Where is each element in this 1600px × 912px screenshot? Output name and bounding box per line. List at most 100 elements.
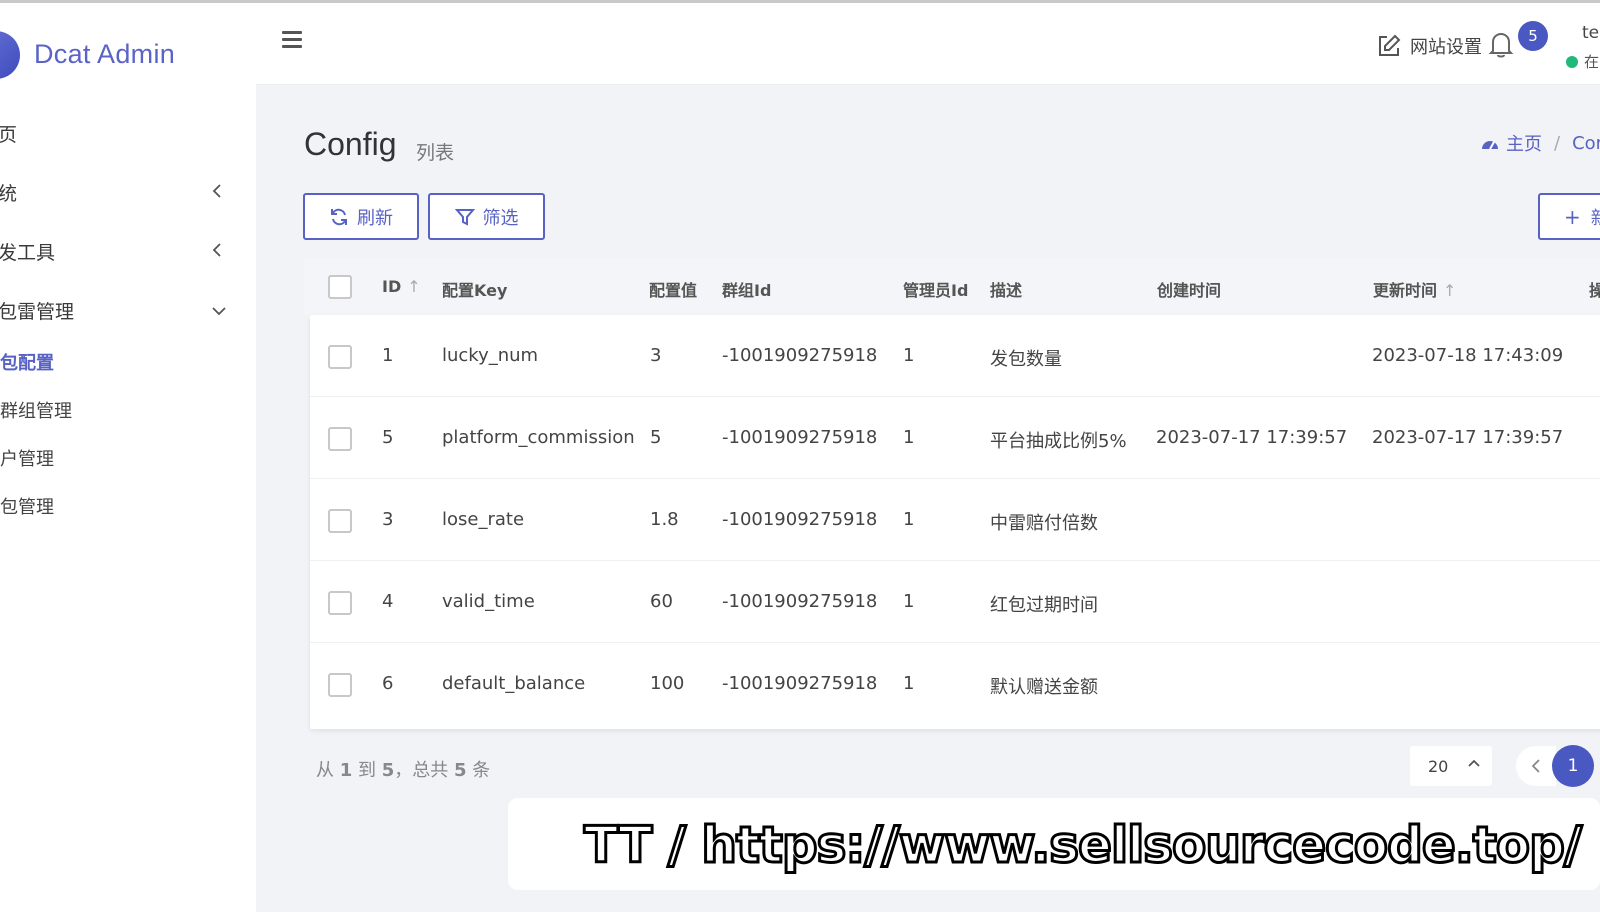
breadcrumb-current[interactable]: Cor — [1572, 133, 1600, 154]
cell-updated: 2023-07-17 17:39:57 — [1372, 427, 1564, 448]
page-button-current[interactable]: 1 — [1552, 745, 1594, 787]
logo-icon — [0, 31, 20, 79]
cell-key: platform_commission — [442, 427, 635, 448]
page-subtitle: 列表 — [416, 142, 455, 164]
prev-page-button[interactable] — [1516, 746, 1556, 786]
app-title[interactable]: Dcat Admin — [34, 39, 175, 70]
breadcrumb: 主页 / Cor — [1480, 130, 1600, 156]
page-title: Config — [304, 126, 397, 162]
user-name[interactable]: tes — [1582, 23, 1600, 43]
cell-desc: 默认赠送金额 — [990, 677, 1098, 698]
cell-value: 1.8 — [650, 509, 679, 530]
refresh-icon — [331, 208, 347, 225]
column-header-value: 配置值 — [649, 281, 698, 300]
table-row[interactable]: 4 valid_time 60 -1001909275918 1 红包过期时间 — [310, 561, 1600, 643]
filter-button[interactable]: 筛选 — [428, 193, 545, 240]
sidebar-item-dev-tools[interactable]: 发工具 — [0, 231, 256, 271]
cell-desc: 中雷赔付倍数 — [990, 513, 1098, 534]
cell-updated: 2023-07-18 17:43:09 — [1372, 345, 1564, 366]
cell-group: -1001909275918 — [722, 509, 878, 530]
cell-key: lose_rate — [442, 509, 525, 530]
sidebar-subitem-packet-mgmt[interactable]: 包管理 — [0, 493, 54, 519]
edit-icon — [1379, 34, 1401, 56]
cell-group: -1001909275918 — [722, 345, 878, 366]
table-row[interactable]: 1 lucky_num 3 -1001909275918 1 发包数量 2023… — [310, 315, 1600, 397]
sidebar-item-label: 页 — [0, 123, 18, 146]
row-checkbox[interactable] — [328, 509, 352, 533]
menu-toggle-icon[interactable] — [282, 31, 302, 48]
column-header-created: 创建时间 — [1157, 281, 1222, 300]
cell-value: 60 — [650, 591, 673, 612]
config-table: ID ↑ 配置Key 配置值 群组Id 管理员Id 描述 创建时间 更新时间 ↑ 操… — [304, 259, 1600, 729]
watermark-text: TT / https://www.sellsourcecode.top/ — [582, 815, 1583, 876]
top-header: 网站设置 5 tes 在 — [256, 3, 1600, 85]
cell-value: 3 — [650, 345, 662, 366]
chevron-left-icon — [212, 183, 222, 202]
sidebar-item-redpacket-mgmt[interactable]: 包雷管理 — [0, 290, 256, 330]
chevron-left-icon — [212, 242, 222, 261]
refresh-label: 刷新 — [357, 207, 393, 229]
table-row[interactable]: 5 platform_commission 5 -1001909275918 1… — [310, 397, 1600, 479]
row-checkbox[interactable] — [328, 673, 352, 697]
sidebar-subitem-group-mgmt[interactable]: 群组管理 — [0, 397, 72, 423]
sidebar: Dcat Admin 页 统 发工具 包雷管理 包配置 群组管理 户管理 包管理 — [0, 3, 256, 912]
column-header-updated[interactable]: 更新时间 ↑ — [1373, 277, 1456, 301]
breadcrumb-separator: / — [1554, 132, 1561, 154]
filter-icon — [454, 208, 475, 226]
site-settings-button[interactable]: 网站设置 — [1376, 33, 1482, 59]
sidebar-subitem-redpacket-config[interactable]: 包配置 — [0, 349, 54, 375]
table-row[interactable]: 6 default_balance 100 -1001909275918 1 默… — [310, 643, 1600, 725]
sidebar-item-home[interactable]: 页 — [0, 113, 256, 153]
cell-desc: 发包数量 — [990, 349, 1062, 370]
cell-admin: 1 — [903, 591, 915, 612]
cell-key: default_balance — [442, 673, 586, 694]
breadcrumb-home[interactable]: 主页 — [1506, 130, 1542, 156]
new-button[interactable]: + 新 — [1538, 193, 1600, 240]
sidebar-item-label: 发工具 — [0, 241, 56, 264]
cell-admin: 1 — [903, 427, 915, 448]
row-checkbox[interactable] — [328, 591, 352, 615]
column-header-key: 配置Key — [442, 281, 508, 300]
sidebar-subitem-user-mgmt[interactable]: 户管理 — [0, 445, 54, 471]
site-settings-label: 网站设置 — [1410, 37, 1482, 58]
sidebar-item-label: 统 — [0, 182, 18, 205]
filter-label: 筛选 — [482, 207, 519, 229]
cell-id: 5 — [382, 427, 394, 448]
cell-key: lucky_num — [442, 345, 539, 366]
cell-group: -1001909275918 — [722, 427, 878, 448]
column-header-id[interactable]: ID ↑ — [382, 277, 421, 296]
cell-value: 5 — [650, 427, 662, 448]
chevron-up-icon — [1468, 757, 1480, 773]
column-header-desc: 描述 — [990, 281, 1023, 300]
select-all-checkbox[interactable] — [328, 275, 352, 299]
new-label: 新 — [1590, 207, 1600, 229]
cell-created: 2023-07-17 17:39:57 — [1156, 427, 1348, 448]
row-checkbox[interactable] — [328, 427, 352, 451]
summary-from: 1 — [339, 760, 353, 781]
cell-desc: 红包过期时间 — [990, 595, 1098, 616]
chevron-down-icon — [212, 301, 226, 320]
sort-arrow-icon[interactable]: ↑ — [1443, 281, 1456, 300]
sort-arrow-icon[interactable]: ↑ — [407, 277, 420, 296]
cell-key: valid_time — [442, 591, 535, 612]
online-dot-icon — [1566, 55, 1578, 68]
cell-value: 100 — [650, 673, 685, 694]
user-status-label: 在 — [1584, 53, 1600, 71]
cell-id: 3 — [382, 509, 394, 530]
cell-group: -1001909275918 — [722, 673, 878, 694]
per-page-select[interactable]: 20 — [1410, 746, 1492, 786]
pagination-summary: 从 1 到 5，总共 5 条 — [316, 760, 491, 781]
cell-desc: 平台抽成比例5% — [990, 431, 1127, 452]
table-row[interactable]: 3 lose_rate 1.8 -1001909275918 1 中雷赔付倍数 — [310, 479, 1600, 561]
table-body: 1 lucky_num 3 -1001909275918 1 发包数量 2023… — [310, 315, 1600, 729]
chevron-left-icon — [1531, 759, 1540, 773]
column-header-actions: 操 — [1589, 281, 1600, 300]
notification-badge[interactable]: 5 — [1518, 21, 1548, 51]
summary-total: 5 — [454, 760, 467, 781]
cell-admin: 1 — [903, 509, 915, 530]
row-checkbox[interactable] — [328, 345, 352, 369]
cell-id: 1 — [382, 345, 394, 366]
refresh-button[interactable]: 刷新 — [303, 193, 419, 240]
sidebar-item-system[interactable]: 统 — [0, 172, 256, 212]
bell-icon[interactable] — [1488, 29, 1514, 63]
